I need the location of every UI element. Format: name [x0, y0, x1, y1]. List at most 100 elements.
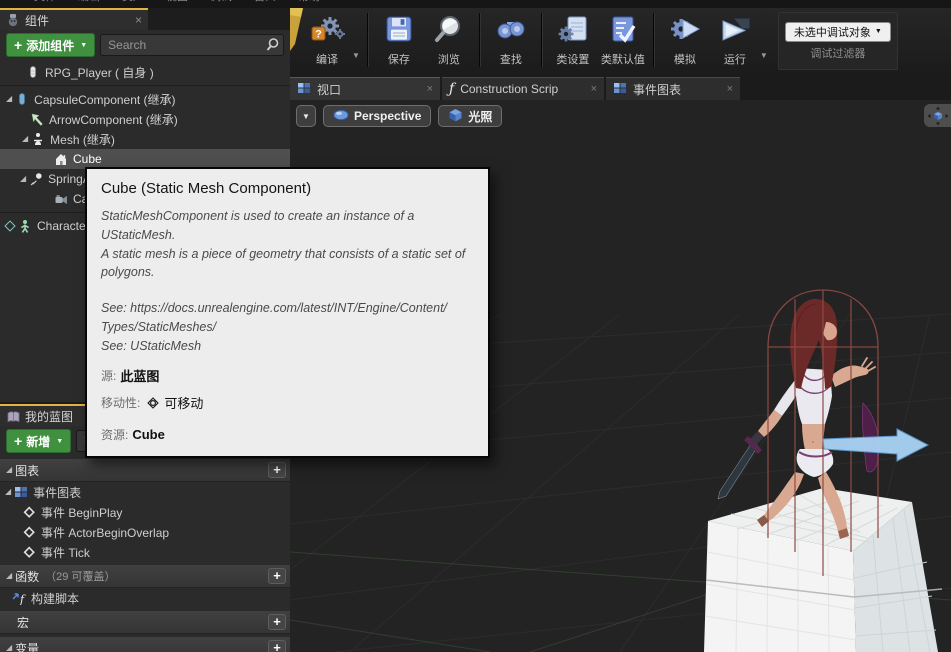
expander-icon[interactable]: ◢ — [6, 644, 12, 652]
expander-icon[interactable]: ◢ — [6, 466, 12, 474]
perspective-button[interactable]: Perspective — [323, 105, 431, 127]
play-button[interactable]: 运行 — [710, 8, 760, 76]
expander-icon[interactable]: ◢ — [22, 135, 28, 143]
functions-section-header[interactable]: ◢ 函数 （29 可覆盖） + — [0, 565, 290, 588]
save-button[interactable]: 保存 — [374, 8, 424, 76]
tooltip-title: Cube (Static Mesh Component) — [101, 180, 474, 197]
class-defaults-button[interactable]: 类默认值 — [598, 8, 648, 76]
viewport-tab-icon — [297, 81, 311, 98]
add-graph-button[interactable]: + — [268, 462, 286, 478]
browse-button[interactable]: 浏览 — [424, 8, 474, 76]
tab-event-graph[interactable]: 事件图表 × — [606, 77, 740, 100]
close-icon[interactable]: × — [413, 83, 433, 95]
event-actorbeginoverlap-row[interactable]: 事件 ActorBeginOverlap — [0, 522, 290, 542]
tab-construction-label: Construction Scrip — [460, 82, 558, 96]
tooltip-description: StaticMeshComponent is used to create an… — [101, 207, 474, 282]
expander-icon[interactable]: ◢ — [20, 175, 26, 183]
tab-viewport-label: 视口 — [317, 81, 341, 98]
graphs-section-header[interactable]: ◢ 图表 + — [0, 459, 290, 482]
component-row-self[interactable]: RPG_Player ( 自身 ) — [0, 62, 290, 82]
components-tabstrip: 组件 × — [0, 8, 290, 30]
add-variable-button[interactable]: + — [268, 640, 286, 652]
add-macro-button[interactable]: + — [268, 614, 286, 630]
perspective-icon — [333, 109, 349, 124]
navigate-cube-icon — [927, 106, 949, 126]
macros-section-header[interactable]: 宏 + — [0, 611, 290, 634]
menu-item-file[interactable]: 文件 — [34, 0, 56, 8]
event-tick-row[interactable]: 事件 Tick — [0, 542, 290, 562]
chevron-down-icon: ▼ — [302, 112, 310, 121]
row-label: 事件 Tick — [41, 544, 90, 561]
perspective-label: Perspective — [354, 109, 421, 123]
variables-section-header[interactable]: ◢ 变量 + — [0, 637, 290, 652]
lit-cube-icon — [448, 108, 463, 125]
simulate-icon — [668, 14, 702, 49]
chevron-down-icon: ▼ — [875, 28, 882, 35]
menu-item-window[interactable]: 窗口 — [254, 0, 276, 8]
add-new-button[interactable]: +新增▼ — [6, 429, 71, 453]
event-diamond-icon — [22, 505, 36, 519]
debug-filter-label: 调试过滤器 — [810, 45, 865, 61]
component-row-capsule[interactable]: ◢ CapsuleComponent (继承) — [0, 89, 290, 109]
event-graph-row[interactable]: ◢ 事件图表 — [0, 482, 290, 502]
expander-icon[interactable]: ◢ — [6, 95, 12, 103]
play-options-chevron-icon[interactable]: ▼ — [760, 51, 768, 60]
svg-text:f: f — [19, 593, 26, 605]
play-icon — [717, 14, 753, 49]
tab-viewport[interactable]: 视口 × — [290, 77, 440, 100]
pawn-icon — [26, 65, 40, 79]
compile-button[interactable]: ? 编译 — [302, 8, 352, 76]
menu-item-edit[interactable]: 编辑 — [78, 0, 100, 8]
menu-item-asset[interactable]: 资产 — [122, 0, 144, 8]
components-icon — [6, 13, 20, 27]
save-label: 保存 — [388, 51, 410, 67]
row-label: CapsuleComponent (继承) — [34, 91, 175, 108]
play-label: 运行 — [724, 51, 746, 67]
separator — [479, 13, 481, 67]
row-label: Mesh (继承) — [50, 131, 115, 148]
graphs-header-label: 图表 — [15, 462, 39, 479]
close-icon[interactable]: × — [713, 83, 733, 95]
event-beginplay-row[interactable]: 事件 BeginPlay — [0, 502, 290, 522]
components-search-input[interactable] — [100, 34, 284, 56]
gold-corner-decoration — [290, 8, 306, 52]
debug-object-dropdown[interactable]: 未选中调试对象 ▼ — [785, 22, 891, 42]
component-row-arrow[interactable]: ArrowComponent (继承) — [0, 109, 290, 129]
tab-my-blueprint-label: 我的蓝图 — [25, 408, 73, 425]
add-component-button[interactable]: +添加组件▼ — [6, 33, 95, 57]
component-row-mesh[interactable]: ◢ Mesh (继承) — [0, 129, 290, 149]
separator — [367, 13, 369, 67]
camera-icon — [54, 192, 68, 206]
simulate-button[interactable]: 模拟 — [660, 8, 710, 76]
viewport-toolbar: ▼ Perspective 光照 — [296, 105, 502, 127]
expander-icon[interactable]: ◢ — [5, 488, 11, 496]
construction-script-row[interactable]: f 构建脚本 — [0, 588, 290, 608]
separator — [541, 13, 543, 67]
mobility-movable-icon — [146, 396, 160, 410]
blueprint-toolbar: ? 编译 ▼ 保存 浏览 查找 类设置 — [290, 8, 951, 76]
expander-icon[interactable]: ◢ — [6, 572, 12, 580]
add-function-button[interactable]: + — [268, 568, 286, 584]
component-row-cube[interactable]: Cube — [0, 149, 290, 169]
simulate-label: 模拟 — [674, 51, 696, 67]
class-settings-button[interactable]: 类设置 — [548, 8, 598, 76]
find-icon — [494, 14, 528, 49]
unreal-blueprint-editor: 文件 编辑 资产 视图 调试 窗口 帮助 组件 × +添加组件▼ — [0, 0, 951, 652]
close-icon[interactable]: × — [135, 13, 142, 27]
viewport-options-button[interactable]: ▼ — [296, 105, 316, 127]
viewport-navigation-button[interactable] — [924, 104, 951, 127]
functions-header-label: 函数 — [15, 568, 39, 585]
tooltip-source-row: 源: 此蓝图 — [101, 366, 474, 385]
menu-item-debug[interactable]: 调试 — [210, 0, 232, 8]
tab-construction-script[interactable]: ƒ Construction Scrip × — [442, 77, 604, 100]
close-icon[interactable]: × — [577, 83, 597, 95]
compile-options-chevron-icon[interactable]: ▼ — [352, 51, 360, 60]
find-label: 查找 — [500, 51, 522, 67]
row-label: 事件 BeginPlay — [41, 504, 122, 521]
menu-item-view[interactable]: 视图 — [166, 0, 188, 8]
menu-item-help[interactable]: 帮助 — [298, 0, 320, 8]
tab-components[interactable]: 组件 × — [0, 8, 148, 30]
lit-mode-button[interactable]: 光照 — [438, 105, 502, 127]
find-button[interactable]: 查找 — [486, 8, 536, 76]
chevron-down-icon: ▼ — [80, 42, 87, 49]
